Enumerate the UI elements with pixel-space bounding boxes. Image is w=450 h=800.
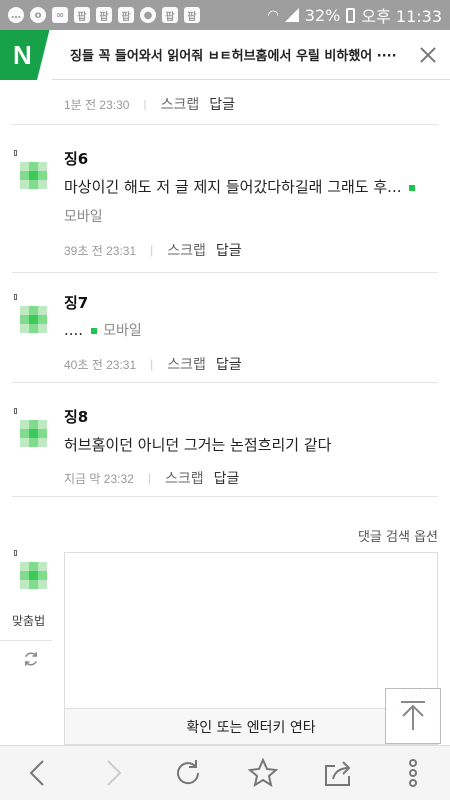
share-button[interactable] — [316, 751, 360, 795]
comment-meta: 지금 막 23:32 | 스크랩 답글 — [64, 468, 239, 488]
brand-logo[interactable]: N — [0, 29, 52, 80]
comment-text: .... 모바일 — [64, 320, 142, 340]
more-button[interactable] — [391, 751, 435, 795]
scrap-button[interactable]: 스크랩 — [165, 468, 204, 488]
signal-icon — [284, 8, 299, 22]
more-icon — [408, 759, 417, 787]
divider — [12, 124, 438, 125]
status-icons: … o ∞ 팝 팝 팝 ● 팝 팝 — [8, 7, 200, 23]
notification-icon: o — [30, 7, 46, 23]
bottom-navigation — [0, 745, 450, 800]
comment-time: 1분 전 23:30 — [64, 97, 130, 112]
back-icon — [29, 760, 44, 786]
comment-text: 마상이긴 해도 저 글 제지 들어갔다하길래 그래도 후... — [64, 176, 421, 197]
refresh-icon[interactable] — [22, 650, 40, 668]
comment-search-options[interactable]: 댓글 검색 옵션 — [358, 526, 438, 545]
reply-button[interactable]: 답글 — [216, 240, 242, 260]
app-icon: 팝 — [96, 7, 112, 23]
divider: | — [147, 471, 151, 485]
avatar — [20, 562, 47, 589]
comment-section: 1분 전 23:30 | 스크랩 답글 징6 마상이긴 해도 저 글 제지 들어… — [0, 80, 450, 745]
scrap-button[interactable]: 스크랩 — [167, 240, 206, 260]
reply-button[interactable]: 답글 — [209, 94, 235, 114]
close-button[interactable] — [406, 30, 450, 80]
app-icon: 팝 — [184, 7, 200, 23]
chat-icon: ● — [140, 7, 156, 23]
bookmark-button[interactable] — [241, 751, 285, 795]
forward-icon — [106, 760, 121, 786]
new-dot-icon — [409, 184, 416, 191]
scrap-button[interactable]: 스크랩 — [167, 354, 206, 374]
share-icon — [324, 761, 350, 786]
divider — [0, 640, 52, 641]
avatar-mark — [14, 550, 17, 556]
comment-meta: 39초 전 23:31 | 스크랩 답글 — [64, 240, 242, 260]
divider — [12, 272, 438, 273]
glasses-icon: ∞ — [52, 7, 68, 23]
device-label: 모바일 — [64, 209, 103, 225]
avatar-mark — [14, 294, 17, 300]
comment-time: 지금 막 23:32 — [64, 471, 134, 486]
star-icon — [247, 758, 278, 788]
battery-icon — [346, 7, 356, 23]
battery-level: 32% — [304, 5, 341, 25]
divider: | — [143, 97, 147, 111]
wifi-icon: ◠ — [267, 7, 279, 23]
app-header: N 징들 꼭 들어와서 읽어줘 ㅂㅌ허브홈에서 우릴 비하했어 ···· — [0, 29, 450, 80]
nickname[interactable]: 징8 — [64, 406, 88, 427]
device-label: 모바일 — [103, 323, 142, 339]
reply-button[interactable]: 답글 — [214, 468, 240, 488]
avatar-mark — [14, 150, 17, 156]
comment-body: 마상이긴 해도 저 글 제지 들어갔다하길래 그래도 후... — [64, 178, 402, 196]
avatar[interactable] — [20, 420, 47, 447]
page-title: 징들 꼭 들어와서 읽어줘 ㅂㅌ허브홈에서 우릴 비하했어 ···· — [70, 49, 397, 64]
avatar-mark — [14, 408, 17, 414]
status-bar: … o ∞ 팝 팝 팝 ● 팝 팝 ◠ 32% 오후 11:33 — [0, 0, 450, 30]
spellcheck-button[interactable]: 맞춤법 — [12, 612, 45, 629]
reply-button[interactable]: 답글 — [216, 354, 242, 374]
arrow-up-icon — [401, 701, 425, 730]
new-dot-icon — [91, 327, 98, 334]
scroll-top-button[interactable] — [385, 688, 441, 744]
app-icon: 팝 — [162, 7, 178, 23]
scrap-button[interactable]: 스크랩 — [161, 94, 200, 114]
avatar[interactable] — [20, 306, 47, 333]
divider: | — [150, 357, 154, 371]
comment-time: 39초 전 23:31 — [64, 243, 137, 258]
comment-meta: 40초 전 23:31 | 스크랩 답글 — [64, 354, 242, 374]
refresh-icon — [176, 760, 199, 785]
reload-button[interactable] — [166, 751, 210, 795]
back-button[interactable] — [16, 751, 60, 795]
message-icon: … — [8, 7, 24, 23]
avatar[interactable] — [20, 162, 47, 189]
app-icon: 팝 — [118, 7, 134, 23]
clock: 오후 11:33 — [361, 7, 442, 26]
comment-time: 40초 전 23:31 — [64, 357, 137, 372]
divider — [12, 382, 438, 383]
comment-input[interactable]: 2000 확인 또는 엔터키 연타 — [64, 552, 438, 745]
submit-button[interactable]: 확인 또는 엔터키 연타 — [65, 708, 437, 744]
forward-button[interactable] — [91, 751, 135, 795]
nickname[interactable]: 징7 — [64, 292, 88, 313]
logo-letter: N — [13, 39, 32, 70]
comment-body: 허브홈이던 아니던 그거는 논점흐리기 같다 — [64, 436, 332, 454]
nickname[interactable]: 징6 — [64, 148, 88, 169]
comment-body: .... — [64, 321, 84, 339]
comment-meta: 1분 전 23:30 | 스크랩 답글 — [64, 94, 235, 114]
divider — [12, 496, 438, 497]
divider: | — [150, 243, 154, 257]
app-icon: 팝 — [74, 7, 90, 23]
